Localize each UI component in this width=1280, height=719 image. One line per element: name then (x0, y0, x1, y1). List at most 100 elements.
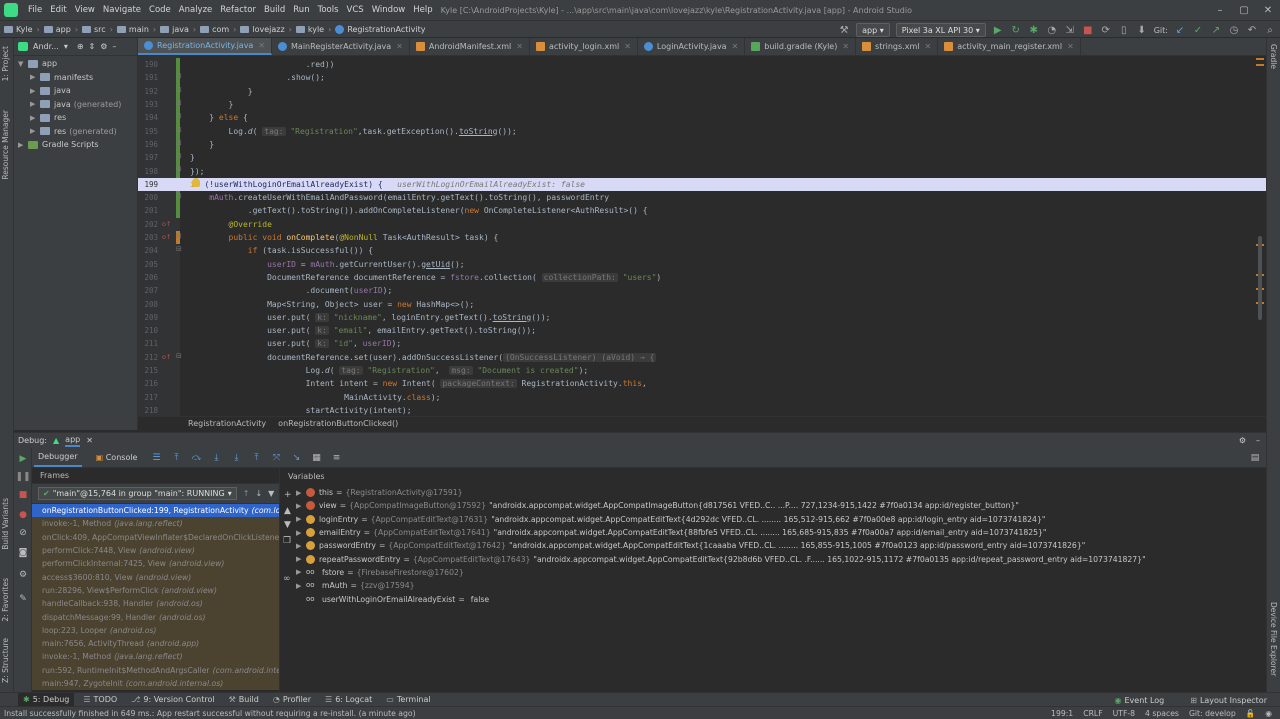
stack-frame-row[interactable]: run:592, RuntimeInit$MethodAndArgsCaller… (32, 663, 279, 677)
breadcrumb-item[interactable]: lovejazz › (240, 25, 296, 34)
menu-build[interactable]: Build (260, 5, 289, 15)
close-tab-icon[interactable]: ✕ (396, 42, 403, 51)
menu-tools[interactable]: Tools (314, 5, 343, 15)
line-number[interactable]: 210 (138, 326, 158, 335)
tree-item[interactable]: ▶ java (generated) (14, 98, 137, 112)
run-config-select[interactable]: app ▾ (856, 23, 890, 37)
stop-icon[interactable]: ■ (1082, 24, 1094, 36)
step-out-icon[interactable]: ⤒ (251, 453, 261, 463)
tree-item[interactable]: ▼ app (14, 57, 137, 71)
variable-row[interactable]: ▶ passwordEntry = {AppCompatEditText@17642}… (296, 539, 1266, 552)
code-text[interactable]: if (!userWithLoginOrEmailAlreadyExist) {… (190, 180, 585, 189)
search-icon[interactable]: ⌕ (1264, 24, 1276, 36)
stack-frame-row[interactable]: main:7656, ActivityThread (android.app) (32, 636, 279, 651)
line-number[interactable]: 191 (138, 73, 158, 82)
tool-tab-layout-inspector[interactable]: ⊞ Layout Inspector (1185, 693, 1272, 707)
breadcrumb-item[interactable]: kyle › (295, 25, 335, 34)
hammer-icon[interactable]: ⚒ (838, 24, 850, 36)
show-execution-point-icon[interactable]: ⤒ (171, 453, 181, 463)
code-text[interactable]: }); (190, 167, 204, 176)
breadcrumb-item[interactable]: src › (82, 25, 117, 34)
line-number[interactable]: 216 (138, 379, 158, 388)
menu-help[interactable]: Help (409, 5, 436, 15)
code-text[interactable]: Log.d( tag: "Registration", msg: "Docume… (190, 366, 588, 376)
tab-console[interactable]: ▣ Console (92, 449, 142, 466)
git-branch[interactable]: Git: develop (1189, 709, 1236, 718)
tab-debugger[interactable]: Debugger (34, 448, 82, 467)
breadcrumb-item[interactable]: main › (116, 25, 160, 34)
gear-icon[interactable]: ⚙ (1239, 436, 1246, 445)
vcs-push-icon[interactable]: ↗ (1210, 24, 1222, 36)
tool-tab-vcs[interactable]: ⎇ 9: Version Control (126, 693, 219, 707)
project-view-select[interactable]: Andr... (33, 42, 59, 51)
code-text[interactable]: } (190, 153, 195, 162)
file-encoding[interactable]: UTF-8 (1113, 709, 1135, 718)
line-number[interactable]: 209 (138, 313, 158, 322)
stack-frame-row[interactable]: main:947, ZygoteInit (com.android.interna… (32, 676, 279, 691)
close-tab-icon[interactable]: ✕ (516, 42, 523, 51)
variable-row[interactable]: ▶ emailEntry = {AppCompatEditText@17641} "an… (296, 526, 1266, 539)
tree-item[interactable]: ▶ manifests (14, 71, 137, 85)
breadcrumb-method[interactable]: onRegistrationButtonClicked() (278, 419, 398, 428)
line-number[interactable]: 196 (138, 140, 158, 149)
line-number[interactable]: 211 (138, 339, 158, 348)
menu-file[interactable]: File (24, 5, 46, 15)
step-into-icon[interactable]: ⤓ (211, 453, 221, 463)
line-number[interactable]: 201 (138, 206, 158, 215)
watches-toggle-icon[interactable]: ∞ (283, 574, 291, 584)
line-number[interactable]: 197 (138, 153, 158, 162)
tool-tab-terminal[interactable]: ▭ Terminal (381, 693, 435, 707)
tool-tab-event-log[interactable]: ◉ Event Log (1110, 693, 1170, 707)
stack-frame-row[interactable]: access$3600:810, View (android.view) (32, 570, 279, 584)
line-number[interactable]: 193 (138, 100, 158, 109)
pause-icon[interactable]: ❚❚ (15, 472, 30, 482)
breadcrumb-item[interactable]: RegistrationActivity (335, 24, 425, 34)
dropdown-icon[interactable]: ▾ (64, 42, 68, 51)
line-number[interactable]: 203 (138, 233, 158, 242)
chevron-right-icon[interactable]: ▶ (30, 114, 40, 122)
variable-row[interactable]: ▶ loginEntry = {AppCompatEditText@17631} "an… (296, 513, 1266, 526)
editor-tab[interactable]: activity_login.xml ✕ (530, 38, 638, 55)
up-icon[interactable]: ↑ (243, 489, 250, 498)
trace-icon[interactable]: ≡ (331, 453, 341, 463)
thread-select[interactable]: ✔ "main"@15,764 in group "main": RUNNING ▾ (38, 487, 237, 500)
variable-row[interactable]: ▶ view = {AppCompatImageButton@17592} "andro… (296, 499, 1266, 512)
sync-icon[interactable]: ⟳ (1100, 24, 1112, 36)
line-separator[interactable]: CRLF (1083, 709, 1102, 718)
tool-tab-logcat[interactable]: ☰ 6: Logcat (320, 693, 377, 707)
minimize-icon[interactable]: – (1208, 5, 1232, 16)
breadcrumb-item[interactable]: app › (43, 25, 82, 34)
code-text[interactable]: } else { (190, 113, 248, 122)
attach-debugger-icon[interactable]: ⇲ (1064, 24, 1076, 36)
stack-frame-row[interactable]: onClick:409, AppCompatViewInflater$Decla… (32, 530, 279, 544)
code-text[interactable]: .show(); (190, 73, 325, 82)
code-text[interactable]: mAuth.createUserWithEmailAndPassword(ema… (190, 193, 609, 202)
filter-icon[interactable]: ▼ (268, 489, 274, 498)
tool-tab-todo[interactable]: ☰ TODO (78, 693, 122, 707)
close-tab-icon[interactable]: ✕ (842, 42, 849, 51)
editor-tab[interactable]: RegistrationActivity.java ✕ (138, 38, 273, 55)
stack-frame-row[interactable]: invoke:-1, Method (java.lang.reflect) (32, 517, 279, 531)
line-number[interactable]: 215 (138, 366, 158, 375)
close-tab-icon[interactable]: ✕ (86, 436, 93, 445)
line-number[interactable]: 200 (138, 193, 158, 202)
tree-item[interactable]: ▶ Gradle Scripts (14, 138, 137, 152)
expand-icon[interactable]: ▶ (296, 502, 306, 510)
stack-frame-row[interactable]: performClick:7448, View (android.view) (32, 543, 279, 558)
stop-icon[interactable]: ■ (18, 490, 28, 500)
line-number[interactable]: 212 (138, 353, 158, 362)
device-file-explorer-tool-tab[interactable]: Device File Explorer (1269, 602, 1278, 676)
menu-analyze[interactable]: Analyze (175, 5, 217, 15)
stack-frame-row[interactable]: run:28296, View$PerformClick (android.vie… (32, 583, 279, 598)
drop-frame-icon[interactable]: ⤧ (271, 453, 281, 463)
resume-icon[interactable]: ▶ (18, 454, 28, 464)
menu-code[interactable]: Code (145, 5, 175, 15)
expand-icon[interactable]: ▶ (296, 582, 306, 590)
variable-row[interactable]: ▶ oo mAuth = {zzv@17594} (296, 579, 1266, 592)
expand-icon[interactable]: ▶ (296, 555, 306, 563)
collapse-all-icon[interactable]: ⇕ (89, 42, 96, 51)
expand-icon[interactable]: ▶ (296, 542, 306, 550)
stack-frame-row[interactable]: onRegistrationButtonClicked:199, Registr… (32, 504, 279, 518)
code-text[interactable]: public void onComplete(@NonNull Task<Aut… (190, 233, 499, 242)
chevron-right-icon[interactable]: ▶ (30, 100, 40, 108)
